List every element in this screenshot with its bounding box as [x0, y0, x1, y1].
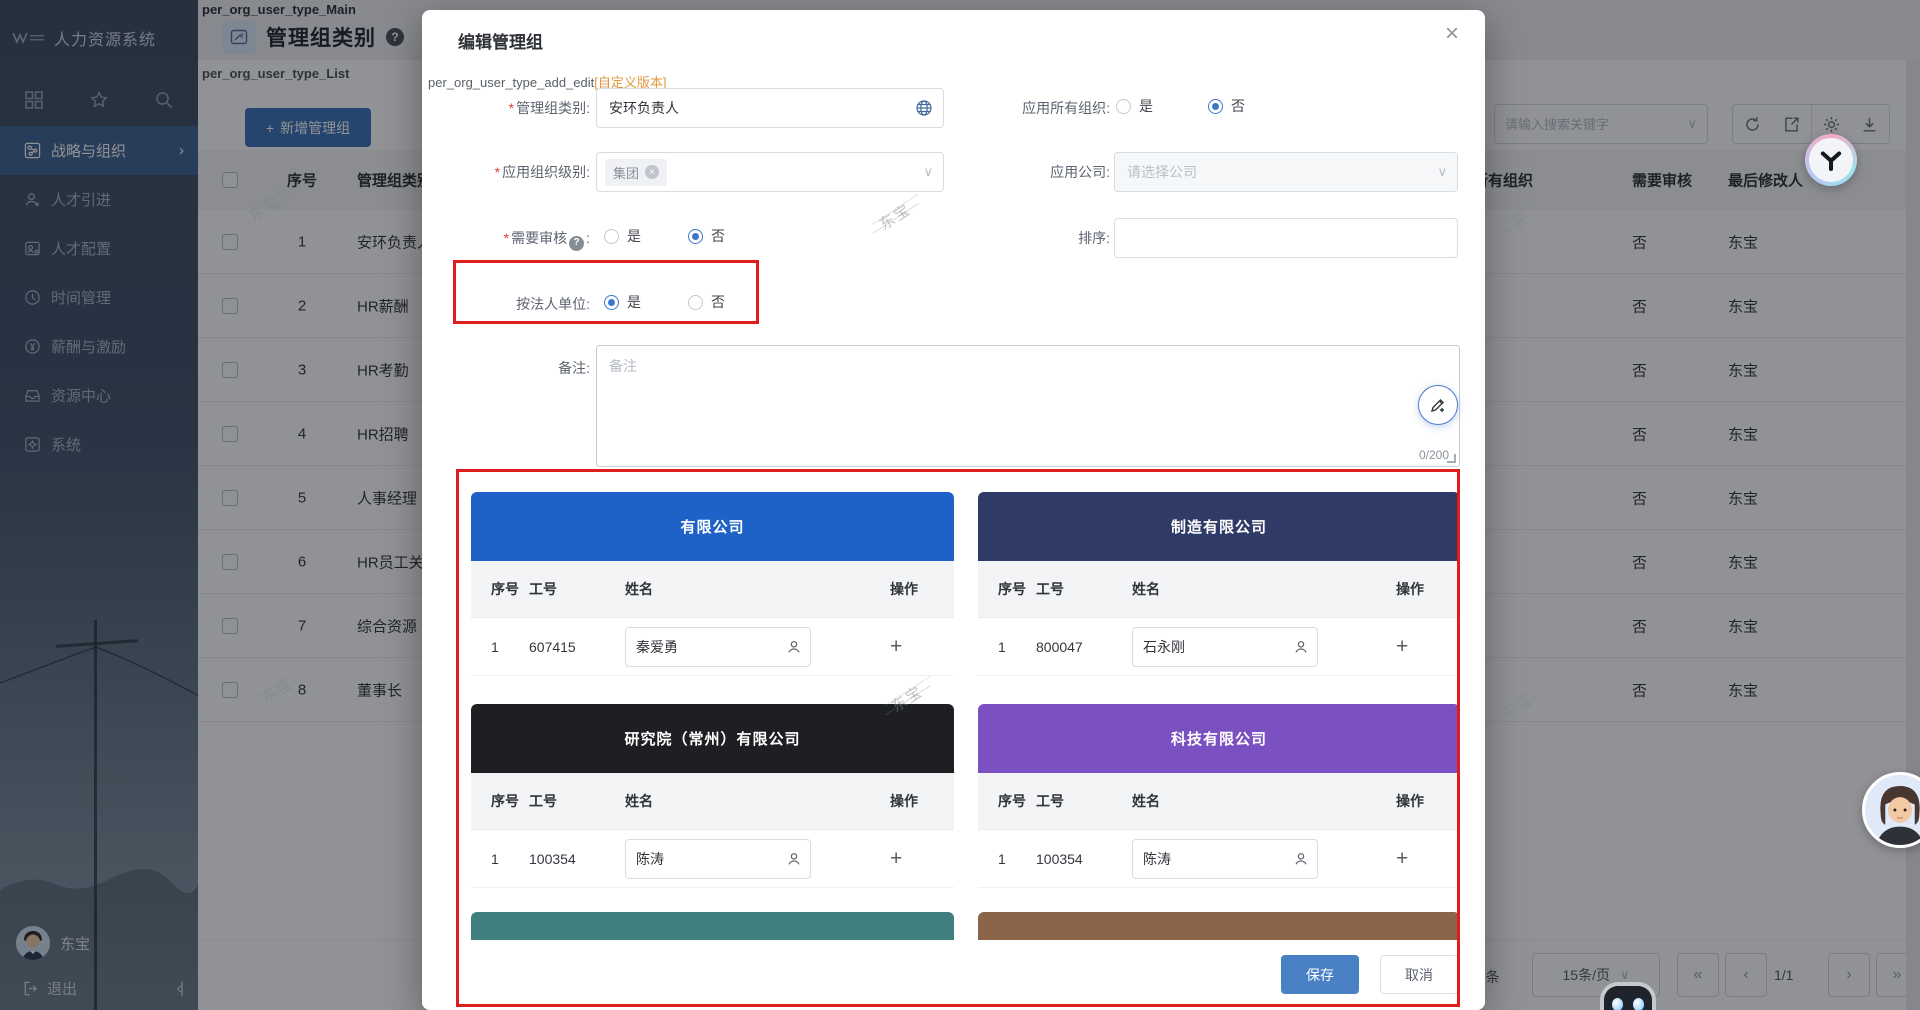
radio-unchecked[interactable]	[604, 229, 619, 244]
person-icon[interactable]	[786, 851, 802, 867]
company-card-title: 科技有限公司	[978, 704, 1460, 773]
card-row-empno: 100354	[1036, 851, 1132, 867]
org-level-label: *应用组织级别:	[422, 162, 590, 182]
company-card: 科技有限公司 序号 工号 姓名 操作 1 100354 +	[978, 704, 1460, 888]
person-icon[interactable]	[1293, 851, 1309, 867]
modal-title: 编辑管理组	[458, 28, 543, 53]
screen: 人力资源系统 战略与组织 › 人才引进 人才配置 时间管理 薪酬与激励	[0, 0, 1920, 1010]
sort-input[interactable]	[1115, 230, 1457, 246]
help-icon[interactable]: ?	[569, 236, 584, 251]
ai-assistant-logo-icon	[1809, 138, 1853, 182]
robot-assistant-button[interactable]	[1604, 986, 1652, 1010]
card-table-row: 1 800047 +	[978, 618, 1460, 676]
person-name-input[interactable]	[636, 851, 780, 867]
company-card-title: 有限公司	[471, 492, 954, 561]
company-card: 有限公司 序号 工号 姓名 操作 1 607415 +	[471, 492, 954, 676]
company-card: 研究院（常州）有限公司 序号 工号 姓名 操作 1 100354 +	[471, 704, 954, 888]
card-table-header: 序号 工号 姓名 操作	[978, 561, 1460, 618]
org-level-select[interactable]: 集团 × ∨	[596, 152, 944, 192]
company-card: 制造有限公司 序号 工号 姓名 操作 1 800047 +	[978, 492, 1460, 676]
card-row-seq: 1	[978, 639, 1036, 655]
add-person-button[interactable]: +	[1396, 847, 1408, 870]
cancel-button[interactable]: 取消	[1380, 955, 1458, 994]
card-row-seq: 1	[471, 851, 529, 867]
add-person-button[interactable]: +	[890, 635, 902, 658]
person-icon[interactable]	[1293, 639, 1309, 655]
apply-all-org-no[interactable]: 否	[1208, 96, 1245, 116]
radio-checked[interactable]	[604, 295, 619, 310]
card-row-empno: 100354	[529, 851, 625, 867]
girl-avatar	[1865, 775, 1920, 845]
person-icon[interactable]	[786, 639, 802, 655]
apply-company-placeholder: 请选择公司	[1115, 162, 1197, 182]
card-table-header: 序号 工号 姓名 操作	[978, 773, 1460, 830]
need-audit-no[interactable]: 否	[688, 226, 725, 246]
ai-write-button[interactable]	[1418, 385, 1458, 425]
card-table-row: 1 100354 +	[978, 830, 1460, 888]
remark-textarea[interactable]	[597, 346, 1459, 466]
radio-unchecked[interactable]	[688, 295, 703, 310]
by-legal-yes[interactable]: 是	[604, 292, 641, 312]
card-row-empno: 607415	[529, 639, 625, 655]
globe-icon[interactable]	[915, 99, 933, 117]
card-table-row: 1 100354 +	[471, 830, 954, 888]
modal-footer: 保存 取消	[422, 940, 1485, 1010]
ai-assistant-button[interactable]	[1805, 134, 1857, 186]
radio-unchecked[interactable]	[1116, 99, 1131, 114]
org-level-tag: 集团 ×	[605, 159, 667, 186]
sort-label: 排序:	[942, 228, 1110, 248]
need-audit-label: *需要审核?:	[422, 228, 590, 251]
edit-group-modal: 编辑管理组 × per_org_user_type_add_edit[自定义版本…	[422, 10, 1485, 1010]
apply-all-org-yes[interactable]: 是	[1116, 96, 1153, 116]
person-name-field[interactable]	[625, 839, 811, 879]
by-legal-label: 按法人单位:	[422, 294, 590, 314]
apply-company-select[interactable]: 请选择公司 ∨	[1114, 152, 1458, 192]
chevron-down-icon: ∨	[1437, 164, 1447, 180]
by-legal-no[interactable]: 否	[688, 292, 725, 312]
chevron-down-icon: ∨	[923, 164, 933, 180]
pen-sparkle-icon	[1429, 396, 1447, 414]
card-table-row: 1 607415 +	[471, 618, 954, 676]
card-row-empno: 800047	[1036, 639, 1132, 655]
apply-company-label: 应用公司:	[942, 162, 1110, 182]
remark-label: 备注:	[422, 358, 590, 378]
radio-checked[interactable]	[1208, 99, 1223, 114]
card-table-header: 序号 工号 姓名 操作	[471, 773, 954, 830]
radio-checked[interactable]	[688, 229, 703, 244]
add-person-button[interactable]: +	[890, 847, 902, 870]
group-type-field[interactable]	[596, 88, 944, 128]
person-name-input[interactable]	[1143, 851, 1287, 867]
apply-all-org-label: 应用所有组织:	[942, 98, 1110, 118]
close-icon[interactable]: ×	[1445, 22, 1459, 46]
person-name-field[interactable]	[1132, 839, 1318, 879]
group-type-label: *管理组类别:	[422, 98, 590, 118]
person-name-input[interactable]	[636, 639, 780, 655]
card-row-seq: 1	[978, 851, 1036, 867]
person-name-input[interactable]	[1143, 639, 1287, 655]
card-table-header: 序号 工号 姓名 操作	[471, 561, 954, 618]
person-name-field[interactable]	[1132, 627, 1318, 667]
tag-remove-icon[interactable]: ×	[645, 165, 659, 179]
group-type-input[interactable]	[597, 100, 915, 116]
remark-counter: 0/200	[1419, 448, 1449, 462]
add-person-button[interactable]: +	[1396, 635, 1408, 658]
company-card-title: 研究院（常州）有限公司	[471, 704, 954, 773]
save-button[interactable]: 保存	[1281, 955, 1359, 994]
card-row-seq: 1	[471, 639, 529, 655]
need-audit-yes[interactable]: 是	[604, 226, 641, 246]
person-name-field[interactable]	[625, 627, 811, 667]
company-card-title: 制造有限公司	[978, 492, 1460, 561]
sort-field[interactable]	[1114, 218, 1458, 258]
remark-field: 0/200	[596, 345, 1460, 467]
